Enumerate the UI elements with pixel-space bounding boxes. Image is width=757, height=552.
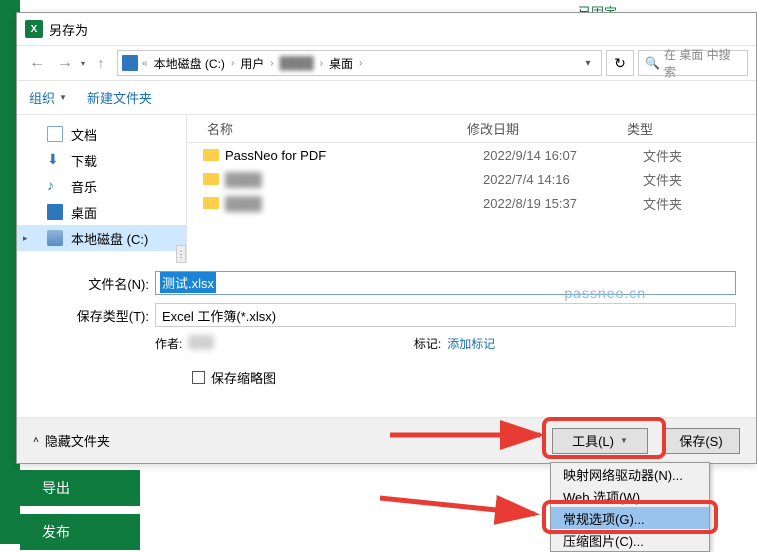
sidebar-item-publish[interactable]: 发布	[20, 514, 140, 550]
search-placeholder: 在 桌面 中搜索	[664, 46, 741, 80]
breadcrumb-item[interactable]: 本地磁盘 (C:)	[152, 55, 227, 72]
list-item[interactable]: ████ 2022/8/19 15:37 文件夹	[187, 191, 756, 215]
thumbnail-label: 保存缩略图	[211, 368, 276, 387]
chevron-up-icon: ˄	[33, 435, 39, 446]
history-dropdown[interactable]: ▾	[81, 59, 85, 68]
sidebar-item-export[interactable]: 导出	[20, 470, 140, 506]
chevron-icon: ›	[268, 58, 275, 69]
breadcrumb[interactable]: « 本地磁盘 (C:) › 用户 › ████ › 桌面 › ▾	[117, 50, 602, 76]
breadcrumb-item[interactable]: 用户	[238, 55, 266, 72]
filename-label: 文件名(N):	[37, 274, 155, 293]
file-list: 名称 修改日期 类型 PassNeo for PDF 2022/9/14 16:…	[187, 115, 756, 263]
chevron-icon: «	[140, 58, 150, 69]
refresh-button[interactable]: ↻	[606, 50, 634, 76]
chevron-icon: ›	[229, 58, 236, 69]
thumbnail-checkbox[interactable]	[192, 371, 205, 384]
author-value[interactable]: ███	[188, 335, 214, 352]
sidebar-item-downloads[interactable]: ⬇ 下载	[17, 147, 186, 173]
desktop-icon	[47, 204, 63, 220]
disk-icon	[47, 230, 63, 246]
column-date[interactable]: 修改日期	[467, 119, 627, 138]
sidebar-item-desktop[interactable]: 桌面	[17, 199, 186, 225]
sidebar-item-music[interactable]: ♪ 音乐	[17, 173, 186, 199]
new-folder-button[interactable]: 新建文件夹	[87, 88, 152, 107]
chevron-icon: ›	[357, 58, 364, 69]
filetype-label: 保存类型(T):	[37, 306, 155, 325]
column-name[interactable]: 名称	[187, 119, 467, 138]
search-input[interactable]: 🔍 在 桌面 中搜索	[638, 50, 748, 76]
music-icon: ♪	[47, 178, 63, 194]
menu-item-compress-pictures[interactable]: 压缩图片(C)...	[551, 529, 709, 551]
hide-folders-toggle[interactable]: ˄ 隐藏文件夹	[33, 431, 110, 450]
folder-icon	[203, 149, 219, 161]
expand-icon[interactable]: ▸	[23, 233, 28, 244]
sidebar: 文档 ⬇ 下载 ♪ 音乐 桌面 ▸ 本地磁盘 (C:) ⋮	[17, 115, 187, 263]
save-button[interactable]: 保存(S)	[662, 428, 740, 454]
filetype-select[interactable]: Excel 工作簿(*.xlsx)	[155, 303, 736, 327]
menu-item-web-options[interactable]: Web 选项(W)...	[551, 485, 709, 507]
back-button[interactable]: ←	[25, 51, 49, 75]
breadcrumb-item[interactable]: 桌面	[327, 55, 355, 72]
tools-menu: 映射网络驱动器(N)... Web 选项(W)... 常规选项(G)... 压缩…	[550, 462, 710, 552]
breadcrumb-dropdown[interactable]: ▾	[579, 58, 597, 69]
up-button[interactable]: ↑	[89, 51, 113, 75]
forward-button[interactable]: →	[53, 51, 77, 75]
scroll-handle[interactable]: ⋮	[176, 245, 186, 263]
tools-button[interactable]: 工具(L)▼	[552, 428, 648, 454]
annotation-arrow	[380, 490, 550, 535]
drive-icon	[122, 55, 138, 71]
tags-value[interactable]: 添加标记	[447, 335, 495, 352]
list-item[interactable]: PassNeo for PDF 2022/9/14 16:07 文件夹	[187, 143, 756, 167]
sidebar-item-documents[interactable]: 文档	[17, 121, 186, 147]
download-icon: ⬇	[47, 152, 63, 168]
author-label: 作者:	[155, 335, 182, 352]
menu-item-general-options[interactable]: 常规选项(G)...	[551, 507, 709, 529]
folder-icon	[203, 173, 219, 185]
save-as-dialog: X 另存为 ← → ▾ ↑ « 本地磁盘 (C:) › 用户 › ████ › …	[16, 12, 757, 464]
filename-input[interactable]: 测试.xlsx	[155, 271, 736, 295]
organize-menu[interactable]: 组织▼	[29, 88, 67, 107]
column-type[interactable]: 类型	[627, 119, 756, 138]
dialog-title: 另存为	[49, 20, 88, 39]
document-icon	[47, 126, 63, 142]
menu-item-map-drive[interactable]: 映射网络驱动器(N)...	[551, 463, 709, 485]
list-item[interactable]: ████ 2022/7/4 14:16 文件夹	[187, 167, 756, 191]
tags-label: 标记:	[414, 335, 441, 352]
sidebar-item-disk-c[interactable]: ▸ 本地磁盘 (C:)	[17, 225, 186, 251]
search-icon: 🔍	[645, 56, 660, 70]
folder-icon	[203, 197, 219, 209]
excel-icon: X	[25, 20, 43, 38]
chevron-icon: ›	[318, 58, 325, 69]
breadcrumb-item[interactable]: ████	[278, 56, 316, 70]
